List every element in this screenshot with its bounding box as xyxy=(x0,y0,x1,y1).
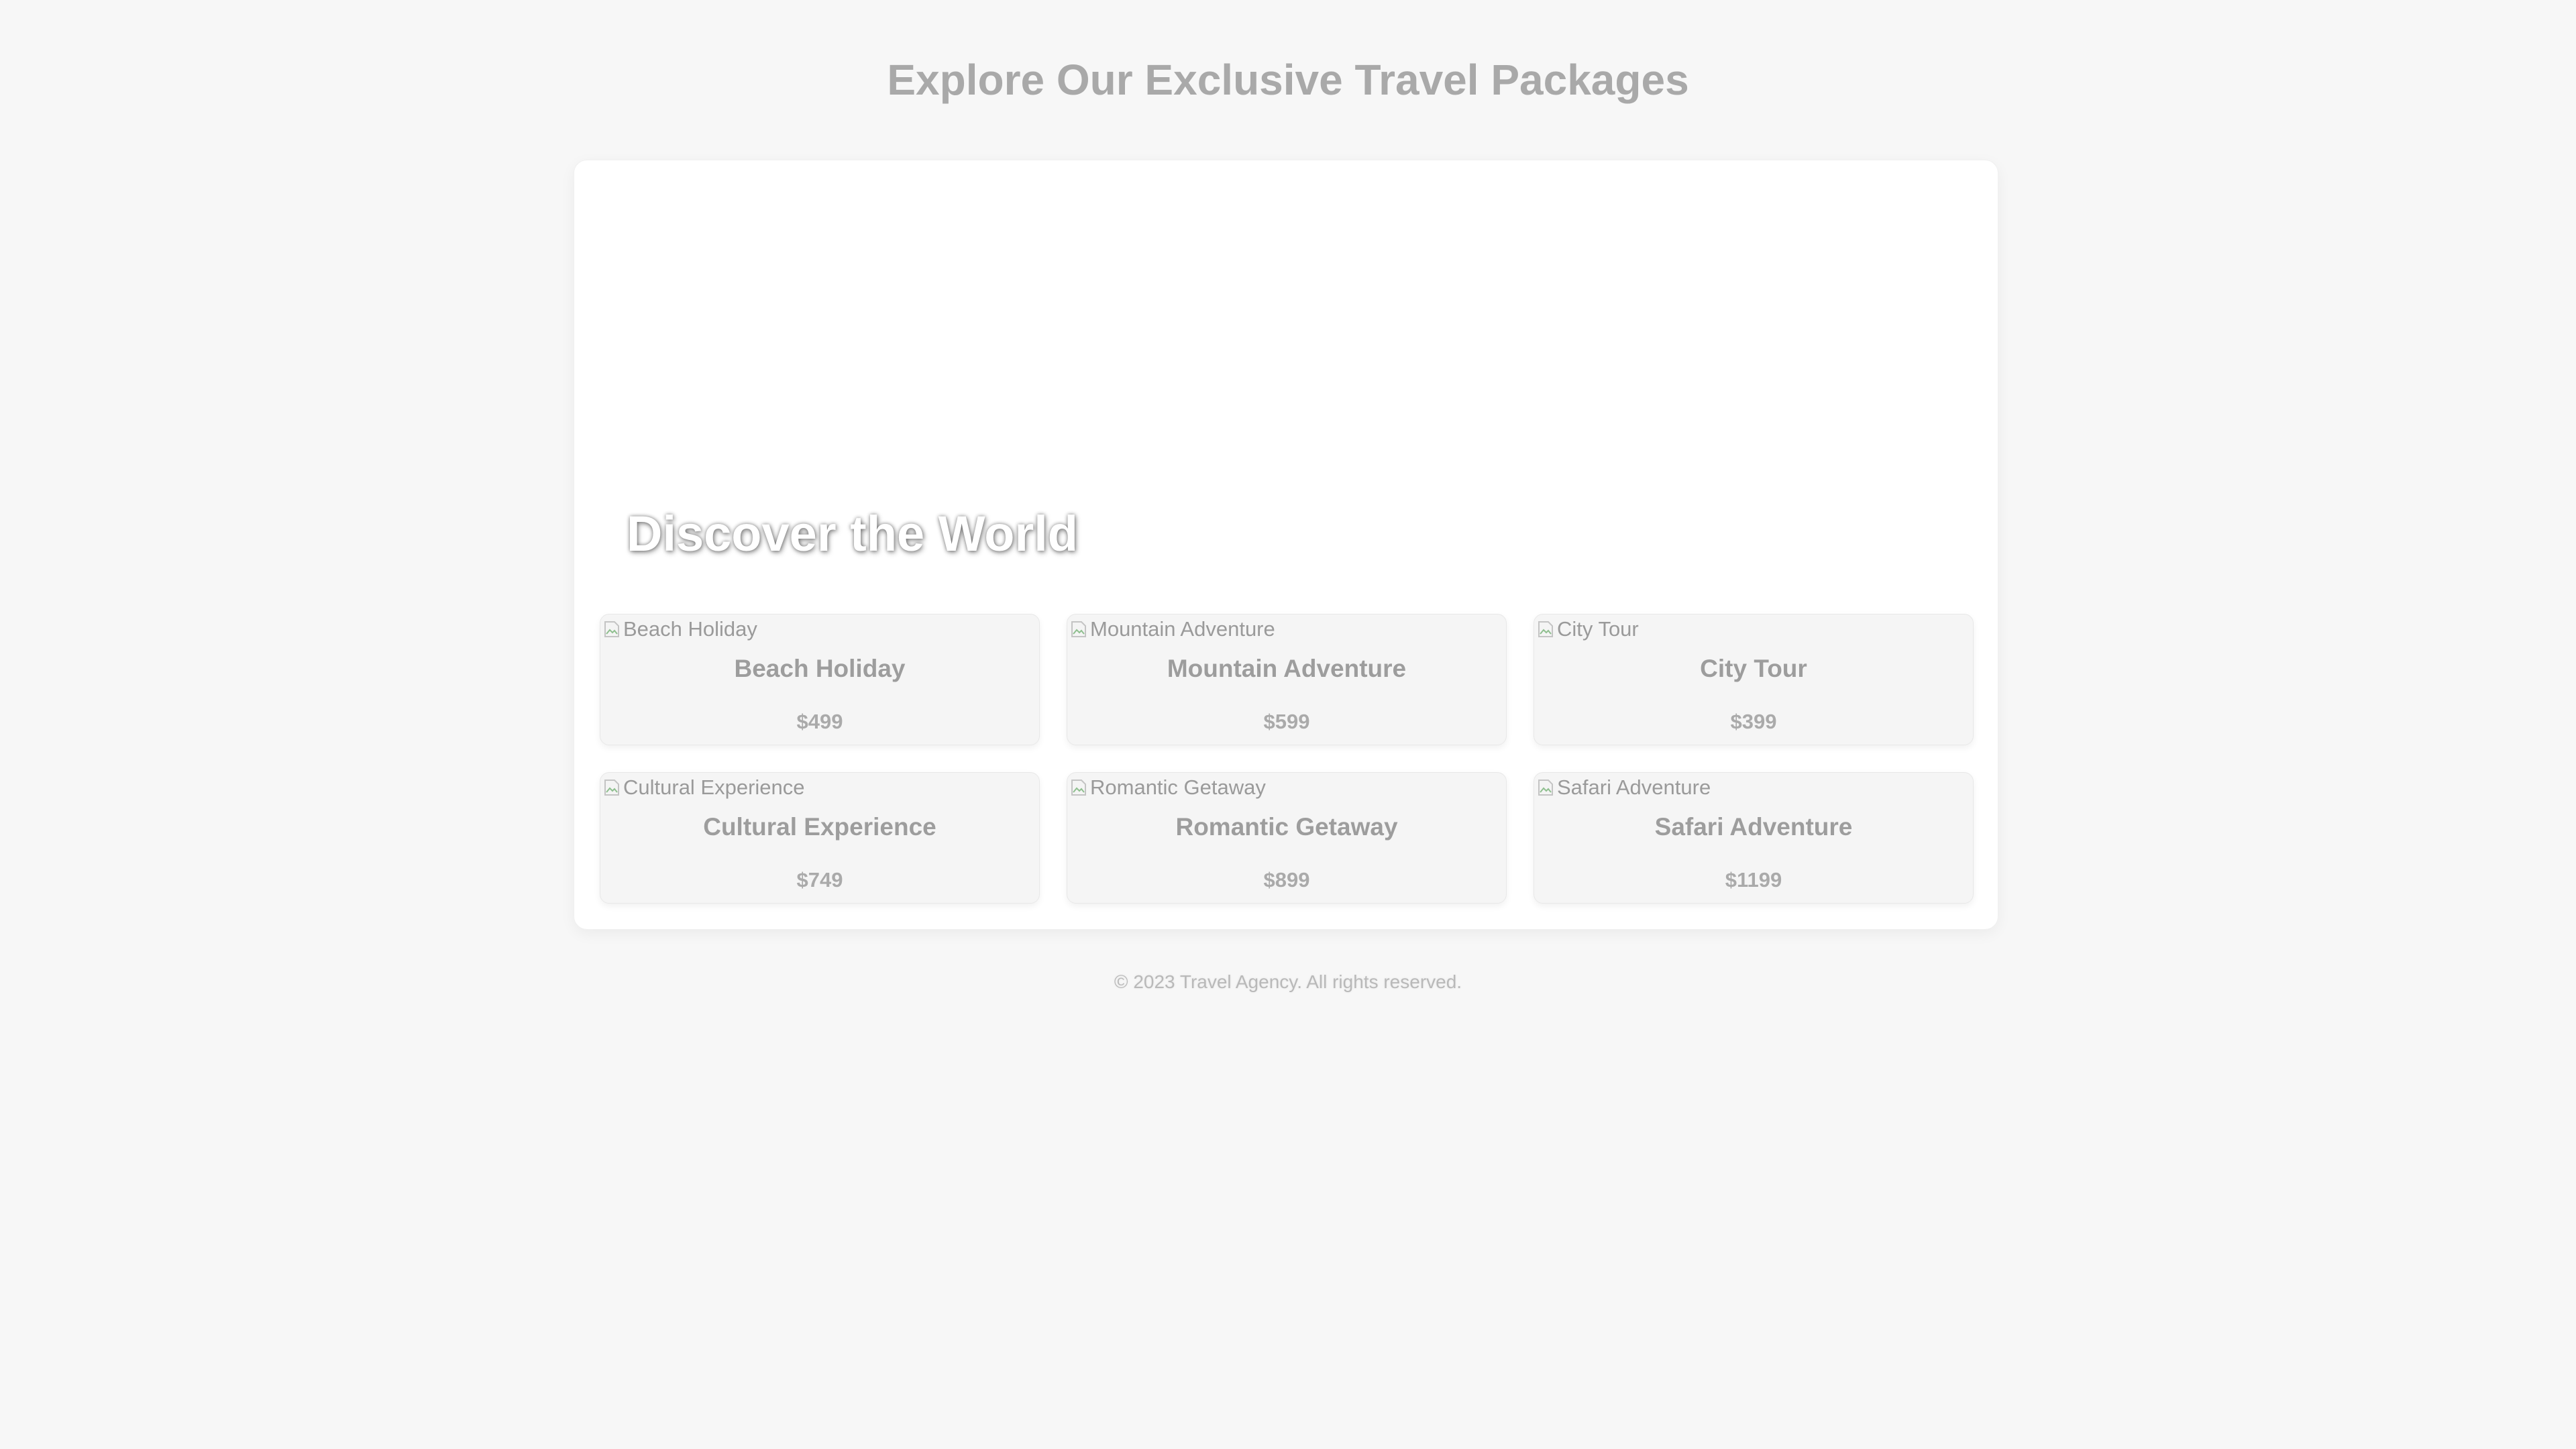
package-price: $899 xyxy=(1263,868,1310,892)
broken-image-icon xyxy=(1070,619,1087,639)
package-image: Cultural Experience xyxy=(603,774,805,801)
package-image-alt: Cultural Experience xyxy=(623,775,805,799)
package-image: City Tour xyxy=(1537,616,1639,643)
main-card: Discover the World Beach Holiday Beach H… xyxy=(574,160,1998,930)
package-price: $1199 xyxy=(1725,868,1782,892)
package-name: Romantic Getaway xyxy=(1175,813,1398,841)
package-image-alt: Mountain Adventure xyxy=(1090,617,1275,641)
hero-banner: Discover the World xyxy=(600,160,1974,590)
package-card-cultural-experience[interactable]: Cultural Experience Cultural Experience … xyxy=(600,772,1040,904)
package-card-romantic-getaway[interactable]: Romantic Getaway Romantic Getaway $899 xyxy=(1067,772,1507,904)
footer-copyright: © 2023 Travel Agency. All rights reserve… xyxy=(1114,971,1462,992)
package-name: Mountain Adventure xyxy=(1167,655,1407,682)
package-card-city-tour[interactable]: City Tour City Tour $399 xyxy=(1534,614,1974,745)
package-card-safari-adventure[interactable]: Safari Adventure Safari Adventure $1199 xyxy=(1534,772,1974,904)
package-image-alt: City Tour xyxy=(1557,617,1639,641)
page-title: Explore Our Exclusive Travel Packages xyxy=(887,56,1689,104)
package-price: $599 xyxy=(1263,710,1310,733)
package-image-alt: Romantic Getaway xyxy=(1090,775,1266,799)
package-image: Safari Adventure xyxy=(1537,774,1711,801)
broken-image-icon xyxy=(1070,777,1087,798)
package-name: Beach Holiday xyxy=(734,655,906,682)
package-price: $499 xyxy=(796,710,843,733)
hero-heading: Discover the World xyxy=(627,506,1079,561)
package-image: Beach Holiday xyxy=(603,616,757,643)
broken-image-icon xyxy=(603,777,621,798)
package-name: City Tour xyxy=(1700,655,1807,682)
package-name: Cultural Experience xyxy=(703,813,936,841)
broken-image-icon xyxy=(1537,619,1554,639)
package-image: Mountain Adventure xyxy=(1070,616,1275,643)
broken-image-icon xyxy=(603,619,621,639)
package-card-mountain-adventure[interactable]: Mountain Adventure Mountain Adventure $5… xyxy=(1067,614,1507,745)
package-price: $749 xyxy=(796,868,843,892)
broken-image-icon xyxy=(1537,777,1554,798)
package-price: $399 xyxy=(1730,710,1777,733)
package-image-alt: Beach Holiday xyxy=(623,617,757,641)
package-image-alt: Safari Adventure xyxy=(1557,775,1711,799)
page: Explore Our Exclusive Travel Packages Di… xyxy=(0,0,2576,1449)
package-card-beach-holiday[interactable]: Beach Holiday Beach Holiday $499 xyxy=(600,614,1040,745)
package-image: Romantic Getaway xyxy=(1070,774,1266,801)
package-name: Safari Adventure xyxy=(1654,813,1853,841)
